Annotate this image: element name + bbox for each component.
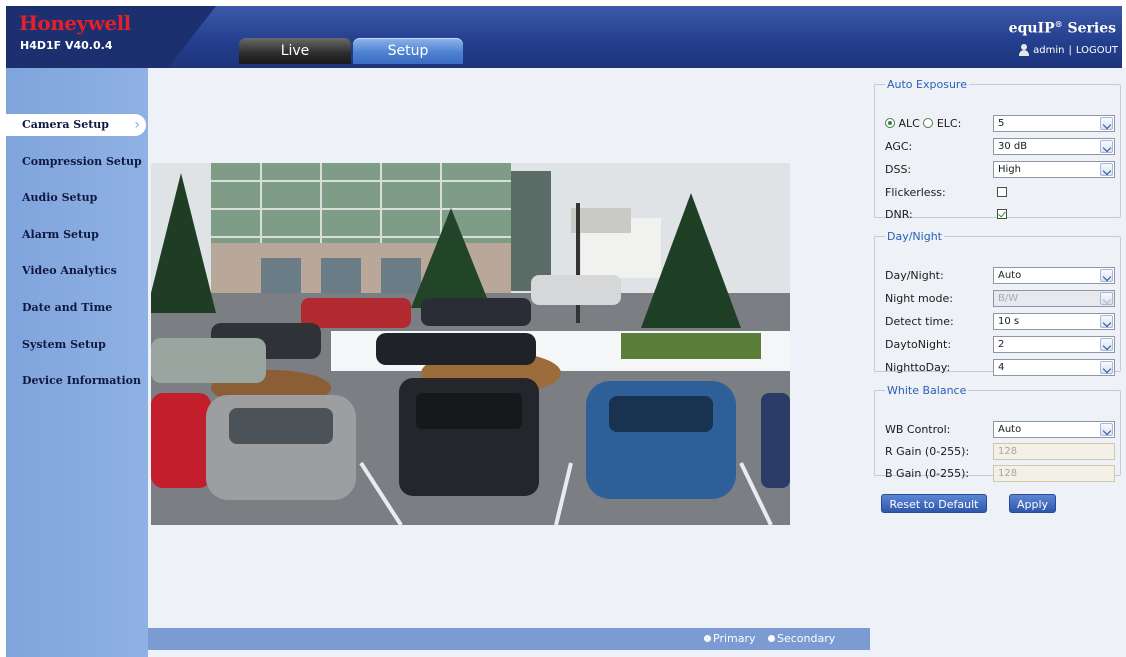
select-value: B/W bbox=[998, 293, 1019, 304]
group-legend: Day/Night bbox=[887, 230, 942, 243]
group-legend: White Balance bbox=[887, 384, 967, 397]
r-gain-label: R Gain (0-255): bbox=[885, 445, 970, 458]
wb-control-select[interactable]: Auto bbox=[993, 421, 1115, 438]
sidebar-item-system-setup[interactable]: System Setup bbox=[6, 334, 148, 356]
chevron-right-icon: › bbox=[134, 117, 140, 133]
tab-live[interactable]: Live bbox=[239, 38, 351, 64]
b-gain-label: B Gain (0-255): bbox=[885, 467, 970, 480]
sidebar-item-alarm-setup[interactable]: Alarm Setup bbox=[6, 224, 148, 246]
select-value: Auto bbox=[998, 424, 1022, 435]
day-night-select[interactable]: Auto bbox=[993, 267, 1115, 284]
username: admin bbox=[1033, 44, 1065, 56]
firmware-version: H4D1F V40.0.4 bbox=[20, 39, 113, 52]
chevron-down-icon bbox=[1100, 423, 1113, 436]
product-series: equIP® Series bbox=[1009, 19, 1116, 37]
sidebar-item-label: Camera Setup bbox=[22, 118, 109, 131]
sidebar-item-date-and-time[interactable]: Date and Time bbox=[6, 297, 148, 319]
detect-time-label: Detect time: bbox=[885, 315, 954, 328]
dnr-label: DNR: bbox=[885, 208, 913, 221]
dss-select[interactable]: High bbox=[993, 161, 1115, 178]
select-value: 5 bbox=[998, 118, 1005, 129]
radio-selected-icon bbox=[704, 635, 711, 642]
exposure-level-select[interactable]: 5 bbox=[993, 115, 1115, 132]
sidebar: Camera Setup › Compression Setup Audio S… bbox=[6, 68, 148, 657]
sidebar-item-video-analytics[interactable]: Video Analytics bbox=[6, 260, 148, 282]
flickerless-checkbox[interactable] bbox=[997, 187, 1007, 197]
wb-control-label: WB Control: bbox=[885, 423, 951, 436]
dss-label: DSS: bbox=[885, 163, 912, 176]
alc-label: ALC bbox=[898, 117, 920, 130]
white-balance-group: White Balance WB Control: Auto R Gain (0… bbox=[874, 384, 1121, 482]
flickerless-label: Flickerless: bbox=[885, 186, 946, 199]
night-mode-select: B/W bbox=[993, 290, 1115, 307]
alc-radio[interactable] bbox=[885, 118, 895, 128]
stream-option-secondary[interactable]: Secondary bbox=[768, 632, 835, 645]
sidebar-item-device-information[interactable]: Device Information bbox=[6, 370, 148, 392]
select-value: High bbox=[998, 164, 1021, 175]
chevron-down-icon bbox=[1100, 269, 1113, 282]
detect-time-select[interactable]: 10 s bbox=[993, 313, 1115, 330]
tab-setup[interactable]: Setup bbox=[353, 38, 463, 64]
user-separator: | bbox=[1068, 44, 1072, 56]
registered-mark: ® bbox=[1054, 19, 1063, 29]
night-to-day-label: NighttoDay: bbox=[885, 361, 951, 374]
sidebar-item-camera-setup[interactable]: Camera Setup › bbox=[6, 114, 146, 136]
chevron-down-icon bbox=[1100, 361, 1113, 374]
night-to-day-select[interactable]: 4 bbox=[993, 359, 1115, 376]
dnr-checkbox[interactable] bbox=[997, 209, 1007, 219]
chevron-down-icon bbox=[1100, 163, 1113, 176]
select-value: 4 bbox=[998, 362, 1005, 373]
user-icon bbox=[1019, 44, 1030, 56]
series-name: equIP bbox=[1008, 20, 1055, 37]
stream-option-primary[interactable]: Primary bbox=[704, 632, 756, 645]
chevron-down-icon bbox=[1100, 117, 1113, 130]
agc-label: AGC: bbox=[885, 140, 913, 153]
day-to-night-label: DaytoNight: bbox=[885, 338, 952, 351]
day-night-label: Day/Night: bbox=[885, 269, 944, 282]
apply-button[interactable]: Apply bbox=[1009, 494, 1056, 513]
chevron-down-icon bbox=[1100, 140, 1113, 153]
select-value: Auto bbox=[998, 270, 1022, 281]
sidebar-item-label: System Setup bbox=[22, 338, 106, 351]
night-mode-label: Night mode: bbox=[885, 292, 953, 305]
app-header: Honeywell H4D1F V40.0.4 Live Setup equIP… bbox=[6, 6, 1122, 68]
select-value: 10 s bbox=[998, 316, 1020, 327]
sidebar-item-label: Video Analytics bbox=[22, 264, 117, 277]
stream-option-label: Primary bbox=[713, 632, 756, 645]
live-video-preview bbox=[151, 163, 790, 525]
stream-selector-bar: Primary Secondary bbox=[148, 628, 870, 650]
r-gain-input: 128 bbox=[993, 443, 1115, 460]
brand-logo: Honeywell bbox=[19, 11, 131, 35]
sidebar-item-label: Device Information bbox=[22, 374, 142, 387]
b-gain-input: 128 bbox=[993, 465, 1115, 482]
elc-radio[interactable] bbox=[923, 118, 934, 128]
auto-exposure-group: Auto Exposure ALC ELC: 5 AGC: 30 dB DSS:… bbox=[874, 78, 1121, 221]
sidebar-item-label: Date and Time bbox=[22, 301, 113, 314]
stream-option-label: Secondary bbox=[777, 632, 836, 645]
sidebar-item-label: Alarm Setup bbox=[22, 228, 99, 241]
chevron-down-icon bbox=[1100, 315, 1113, 328]
sidebar-item-label: Audio Setup bbox=[22, 191, 98, 204]
elc-label: ELC: bbox=[936, 117, 962, 130]
sidebar-item-audio-setup[interactable]: Audio Setup bbox=[6, 187, 148, 209]
reset-to-default-button[interactable]: Reset to Default bbox=[881, 494, 987, 513]
select-value: 30 dB bbox=[998, 141, 1028, 152]
chevron-down-icon bbox=[1100, 338, 1113, 351]
day-night-group: Day/Night Day/Night: Auto Night mode: B/… bbox=[874, 230, 1121, 376]
radio-icon bbox=[768, 635, 775, 642]
user-bar: admin | LOGOUT bbox=[1019, 44, 1118, 56]
day-to-night-select[interactable]: 2 bbox=[993, 336, 1115, 353]
sidebar-item-label: Compression Setup bbox=[22, 155, 142, 168]
exposure-mode-row: ALC ELC: bbox=[885, 117, 961, 130]
agc-select[interactable]: 30 dB bbox=[993, 138, 1115, 155]
select-value: 2 bbox=[998, 339, 1005, 350]
group-legend: Auto Exposure bbox=[887, 78, 967, 91]
camera-scene-image bbox=[151, 163, 790, 525]
chevron-down-icon bbox=[1100, 292, 1113, 305]
logout-link[interactable]: LOGOUT bbox=[1076, 45, 1118, 56]
sidebar-item-compression-setup[interactable]: Compression Setup bbox=[6, 151, 148, 173]
series-suffix: Series bbox=[1062, 20, 1116, 37]
